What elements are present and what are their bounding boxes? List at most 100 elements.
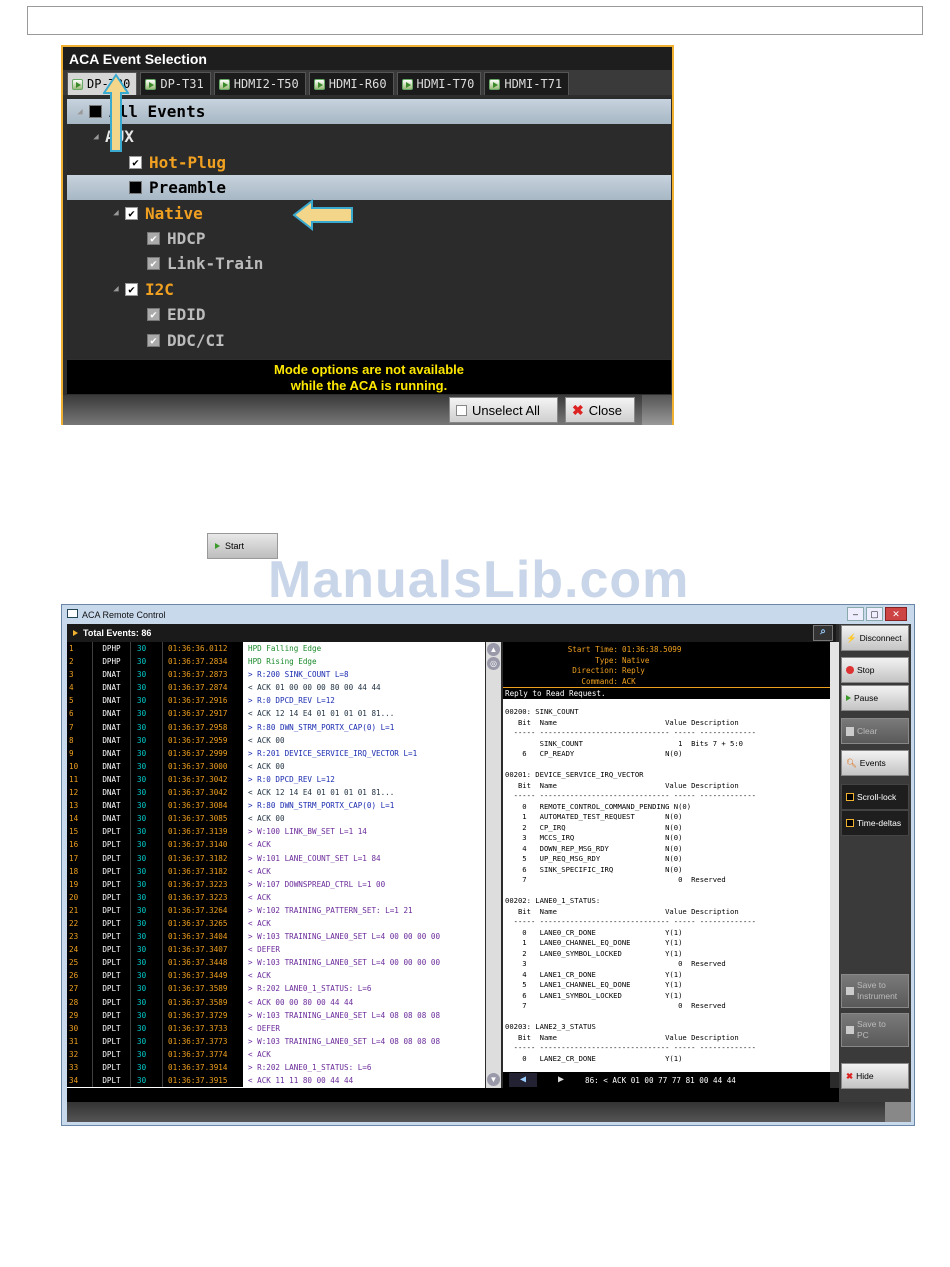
log-row[interactable]: 18 DPLT 30 01:36:37.3182 < ACK <box>67 864 485 878</box>
log-row[interactable]: 32 DPLT 30 01:36:37.3774 < ACK <box>67 1047 485 1061</box>
checkbox-icon[interactable] <box>89 105 102 118</box>
log-port: 30 <box>131 1061 163 1075</box>
log-row[interactable]: 31 DPLT 30 01:36:37.3773 > W:103 TRAINING_LA… <box>67 1034 485 1048</box>
log-row[interactable]: 9 DNAT 30 01:36:37.2999 > R:201 DEVICE_SERVI… <box>67 746 485 760</box>
log-row[interactable]: 20 DPLT 30 01:36:37.3223 < ACK <box>67 890 485 904</box>
close-button[interactable]: ✖ Close <box>565 397 635 423</box>
expand-icon[interactable]: ◢ <box>111 208 121 218</box>
tab-dp-t31[interactable]: DP-T31 <box>140 72 211 95</box>
events-button[interactable]: 🔍︎ Events <box>841 750 909 776</box>
tree-item-label: Link-Train <box>167 254 264 274</box>
log-row[interactable]: 29 DPLT 30 01:36:37.3729 > W:103 TRAINING_LA… <box>67 1008 485 1022</box>
tree-item-ddc-ci[interactable]: ✔ DDC/CI <box>67 328 671 353</box>
scroll-bottom-icon[interactable]: ▼ <box>487 1073 500 1086</box>
scroll-next-icon[interactable]: ◎ <box>487 657 500 670</box>
checkbox-icon[interactable]: ✔ <box>125 206 138 220</box>
log-row[interactable]: 3 DNAT 30 01:36:37.2873 > R:200 SINK_COUNT L… <box>67 668 485 682</box>
time-deltas-checkbox[interactable] <box>846 819 854 827</box>
log-row[interactable]: 22 DPLT 30 01:36:37.3265 < ACK <box>67 916 485 931</box>
log-row[interactable]: 4 DNAT 30 01:36:37.2874 < ACK 01 00 00 00 80… <box>67 681 485 695</box>
time-deltas-toggle[interactable]: Time-deltas <box>841 810 909 836</box>
log-row[interactable]: 15 DPLT 30 01:36:37.3139 > W:100 LINK_BW_SET… <box>67 825 485 839</box>
log-row[interactable]: 27 DPLT 30 01:36:37.3589 > R:202 LANE0_1_STA… <box>67 982 485 996</box>
checkbox-icon[interactable]: ✔ <box>147 333 160 347</box>
tree-item-aux[interactable]: ◢AUX <box>67 124 671 149</box>
maximize-icon[interactable]: ▢ <box>866 607 883 621</box>
checkbox-icon[interactable]: ✔ <box>147 257 160 271</box>
log-row[interactable]: 17 DPLT 30 01:36:37.3182 > W:101 LANE_COUNT_… <box>67 851 485 865</box>
log-scrollbar[interactable]: ▲ ◎ ▼ <box>486 642 501 1088</box>
disconnect-button[interactable]: ⚡ Disconnect <box>841 625 909 651</box>
checkbox-icon[interactable]: ✔ <box>125 282 138 296</box>
log-index: 21 <box>67 903 93 917</box>
expand-icon[interactable]: ◢ <box>91 132 101 142</box>
tree-item-i2c[interactable]: ◢ ✔ I2C <box>67 277 671 302</box>
log-row[interactable]: 7 DNAT 30 01:36:37.2958 > R:80 DWN_STRM_PORT… <box>67 720 485 734</box>
log-row[interactable]: 26 DPLT 30 01:36:37.3449 < ACK <box>67 969 485 983</box>
tree-item-hdcp[interactable]: ✔ HDCP <box>67 226 671 251</box>
tree-item-hot-plug[interactable]: ✔ Hot-Plug <box>67 150 671 175</box>
log-row[interactable]: 28 DPLT 30 01:36:37.3589 < ACK 00 00 80 00 4… <box>67 995 485 1009</box>
log-row[interactable]: 10 DNAT 30 01:36:37.3000 < ACK 00 <box>67 759 485 773</box>
unselect-all-button[interactable]: Unselect All <box>449 397 558 423</box>
checkbox-icon[interactable] <box>129 181 142 195</box>
tab-hdmi-t70[interactable]: HDMI-T70 <box>396 72 482 95</box>
log-row[interactable]: 2 DPHP 30 01:36:37.2834 HPD Rising Edge <box>67 655 485 669</box>
log-row[interactable]: 33 DPLT 30 01:36:37.3914 > R:202 LANE0_1_STA… <box>67 1061 485 1075</box>
log-description: > R:202 LANE0_1_STATUS: L=6 <box>248 1063 372 1072</box>
log-time: 01:36:37.3223 <box>163 890 243 904</box>
log-type: DNAT <box>93 772 131 787</box>
log-row[interactable]: 30 DPLT 30 01:36:37.3733 < DEFER <box>67 1021 485 1035</box>
log-row[interactable]: 1 DPHP 30 01:36:36.0112 HPD Falling Edge <box>67 642 485 656</box>
expand-icon[interactable]: ◢ <box>75 107 85 117</box>
hide-button[interactable]: ✖ Hide <box>841 1063 909 1089</box>
checkbox-icon[interactable]: ✔ <box>147 232 160 245</box>
log-description: < ACK 00 00 80 00 44 44 <box>248 997 354 1007</box>
pause-button[interactable]: Pause <box>841 685 909 711</box>
log-row[interactable]: 11 DNAT 30 01:36:37.3042 > R:0 DPCD_REV L=12 <box>67 772 485 787</box>
scroll-lock-toggle[interactable]: Scroll-lock <box>841 784 909 810</box>
log-row[interactable]: 16 DPLT 30 01:36:37.3140 < ACK <box>67 838 485 852</box>
log-index: 33 <box>67 1061 93 1075</box>
log-row[interactable]: 25 DPLT 30 01:36:37.3448 > W:103 TRAINING_LA… <box>67 956 485 970</box>
tab-hdmi-t71[interactable]: HDMI-T71 <box>484 72 570 95</box>
log-row[interactable]: 34 DPLT 30 01:36:37.3915 < ACK 11 11 80 00 4… <box>67 1074 485 1088</box>
save-to-pc-button[interactable]: Save to PC <box>841 1013 909 1047</box>
detail-scrollbar[interactable] <box>830 642 839 1072</box>
next-event-icon[interactable]: ▶ <box>547 1073 575 1087</box>
search-icon[interactable]: ⌕ <box>813 625 833 641</box>
checkbox-icon[interactable]: ✔ <box>147 308 160 322</box>
tree-item-native[interactable]: ◢ ✔ Native <box>67 201 671 226</box>
log-row[interactable]: 8 DNAT 30 01:36:37.2959 < ACK 00 <box>67 733 485 747</box>
log-row[interactable]: 14 DNAT 30 01:36:37.3085 < ACK 00 <box>67 812 485 826</box>
clear-button[interactable]: Clear <box>841 718 909 744</box>
log-row[interactable]: 12 DNAT 30 01:36:37.3042 < ACK 12 14 E4 01 0… <box>67 786 485 800</box>
scroll-lock-checkbox[interactable] <box>846 793 854 801</box>
close-window-icon[interactable]: ✕ <box>885 607 907 621</box>
log-row[interactable]: 21 DPLT 30 01:36:37.3264 > W:102 TRAINING_PA… <box>67 903 485 917</box>
log-row[interactable]: 24 DPLT 30 01:36:37.3407 < DEFER <box>67 943 485 957</box>
event-log[interactable]: 1 DPHP 30 01:36:36.0112 HPD Falling Edge 2 DPH… <box>67 642 485 1088</box>
log-row[interactable]: 23 DPLT 30 01:36:37.3404 > W:103 TRAINING_LA… <box>67 930 485 944</box>
stop-button[interactable]: Stop <box>841 657 909 683</box>
tree-item-all-events[interactable]: ◢ All Events <box>67 99 671 124</box>
tab-bar: DP-T30 DP-T31 HDMI2-T50 HDMI-R60 HDMI-T70 HDM… <box>63 70 672 95</box>
log-row[interactable]: 19 DPLT 30 01:36:37.3223 > W:107 DOWNSPREAD_… <box>67 877 485 891</box>
minimize-icon[interactable]: – <box>847 607 864 621</box>
tab-hdmi2-t50[interactable]: HDMI2-T50 <box>213 72 306 95</box>
log-row[interactable]: 5 DNAT 30 01:36:37.2916 > R:0 DPCD_REV L=12 <box>67 694 485 708</box>
tree-item-edid[interactable]: ✔ EDID <box>67 302 671 327</box>
detail-nav-bar: ◀ ▶ 86: < ACK 01 00 77 77 81 00 44 44 <box>503 1072 830 1088</box>
play-icon <box>215 543 220 549</box>
log-row[interactable]: 13 DNAT 30 01:36:37.3084 > R:80 DWN_STRM_POR… <box>67 799 485 813</box>
save-to-instrument-button[interactable]: Save to Instrument <box>841 974 909 1008</box>
log-row[interactable]: 6 DNAT 30 01:36:37.2917 < ACK 12 14 E4 01 01… <box>67 707 485 721</box>
tab-hdmi-r60[interactable]: HDMI-R60 <box>308 72 394 95</box>
checkbox-icon[interactable]: ✔ <box>129 155 142 169</box>
prev-event-icon[interactable]: ◀ <box>509 1073 537 1087</box>
tree-item-link-train[interactable]: ✔ Link-Train <box>67 251 671 276</box>
expand-icon[interactable]: ◢ <box>111 284 121 294</box>
scroll-top-icon[interactable]: ▲ <box>487 643 500 656</box>
resize-grip[interactable] <box>885 1102 911 1122</box>
tree-item-preamble[interactable]: Preamble <box>67 175 671 201</box>
